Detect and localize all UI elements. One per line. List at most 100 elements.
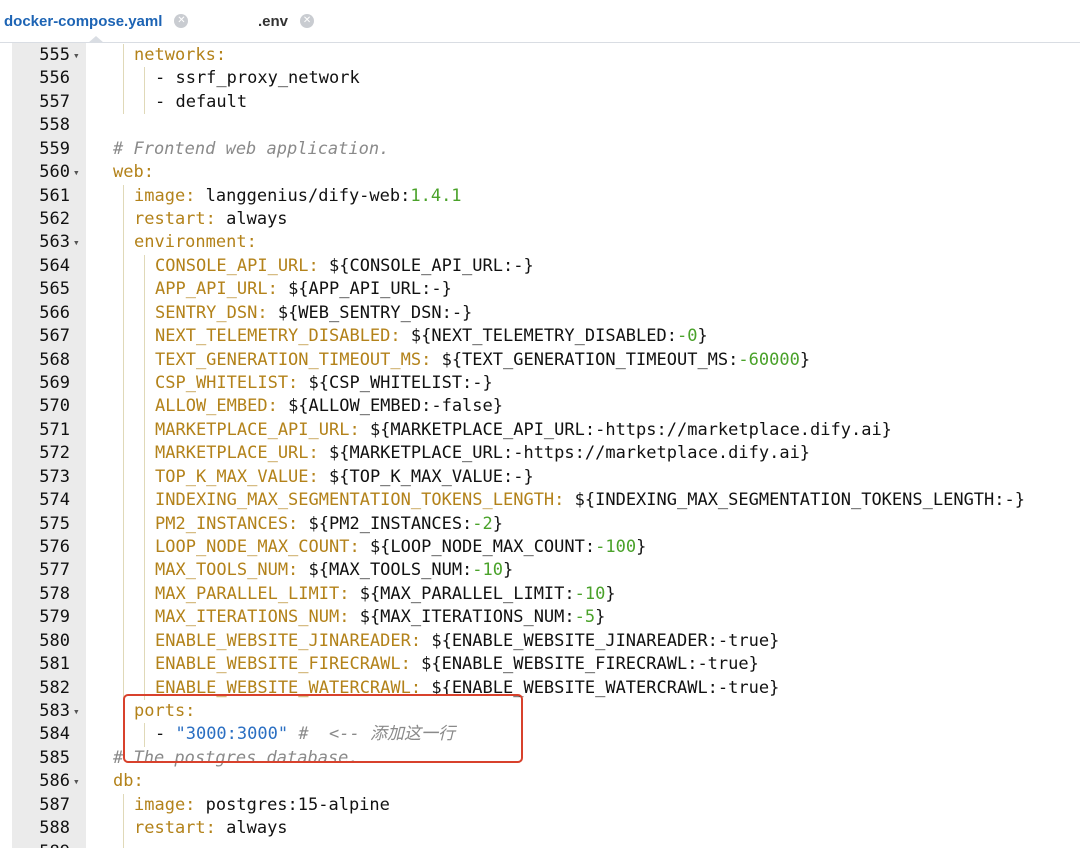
code-line[interactable]: 558 — [0, 114, 1080, 137]
code-line[interactable]: 569 CSP_WHITELIST: ${CSP_WHITELIST:-} — [0, 372, 1080, 396]
line-text: networks: — [134, 44, 226, 67]
code-token: ${NEXT_TELEMETRY_DISABLED: — [400, 326, 677, 347]
line-number: 567 — [39, 326, 70, 347]
tab-env[interactable]: .env ✕ — [258, 0, 315, 42]
indent-guide — [123, 582, 124, 607]
code-line[interactable]: 574 INDEXING_MAX_SEGMENTATION_TOKENS_LENG… — [0, 489, 1080, 513]
indent-guide — [123, 793, 124, 818]
code-token: ${ENABLE_WEBSITE_FIRECRAWL:-true} — [410, 654, 759, 675]
fold-arrow-icon[interactable]: ▾ — [73, 770, 80, 793]
code-line[interactable]: 563 ▾ environment: — [0, 231, 1080, 255]
code-token: - ssrf_proxy_network — [155, 68, 360, 89]
tab-docker-compose[interactable]: docker-compose.yaml ✕ — [4, 0, 189, 43]
line-number: 582 — [39, 677, 70, 698]
code-token: ${LOOP_NODE_MAX_COUNT: — [359, 537, 596, 558]
code-line[interactable]: 568 TEXT_GENERATION_TIMEOUT_MS: ${TEXT_GE… — [0, 348, 1080, 372]
code-line[interactable]: 573 TOP_K_MAX_VALUE: ${TOP_K_MAX_VALUE:-} — [0, 465, 1080, 490]
code-token: -5 — [574, 607, 596, 628]
fold-arrow-icon[interactable]: ▾ — [73, 700, 80, 723]
indent-guide — [144, 606, 145, 630]
close-icon[interactable]: ✕ — [174, 14, 189, 28]
code-line[interactable]: 561 image: langgenius/dify-web:1.4.1 — [0, 184, 1080, 208]
code-line[interactable]: 577 MAX_TOOLS_NUM: ${MAX_TOOLS_NUM:-10} — [0, 559, 1080, 583]
line-text: ENABLE_WEBSITE_FIRECRAWL: ${ENABLE_WEBSI… — [155, 653, 759, 676]
line-text: ALLOW_EMBED: ${ALLOW_EMBED:-false} — [155, 395, 503, 418]
code-token: } — [492, 513, 504, 534]
code-line[interactable]: 589 — [0, 840, 1080, 848]
line-number: 583 — [39, 701, 70, 722]
fold-arrow-icon[interactable]: ▾ — [73, 44, 80, 67]
code-line[interactable]: 557 - default — [0, 90, 1080, 115]
code-token: CONSOLE_API_URL: — [155, 255, 319, 276]
indent-guide — [123, 653, 124, 677]
close-icon[interactable]: ✕ — [300, 14, 315, 28]
code-editor[interactable]: 555 ▾ networks: 556- ssrf_proxy_network 557-… — [0, 43, 1080, 848]
line-number: 581 — [39, 654, 70, 675]
indent-guide — [144, 418, 145, 443]
code-line[interactable]: 562 restart: always — [0, 208, 1080, 232]
indent-guide — [123, 325, 124, 349]
indent-guide — [123, 465, 124, 490]
fold-arrow-icon[interactable]: ▾ — [73, 161, 80, 184]
fold-arrow-icon[interactable]: ▾ — [73, 231, 80, 254]
indent-guide — [144, 395, 145, 419]
code-token: ${MAX_TOOLS_NUM: — [298, 560, 473, 581]
indent-guide — [144, 512, 145, 537]
line-number: 575 — [39, 513, 70, 534]
code-token: SENTRY_DSN: — [155, 302, 268, 323]
line-text: environment: — [134, 231, 257, 254]
code-line[interactable]: 578 MAX_PARALLEL_LIMIT: ${MAX_PARALLEL_LI… — [0, 582, 1080, 607]
code-line[interactable]: 555 ▾ networks: — [0, 44, 1080, 68]
indent-guide — [123, 278, 124, 302]
code-token: - default — [155, 91, 248, 112]
code-line[interactable]: 567 NEXT_TELEMETRY_DISABLED: ${NEXT_TELEM… — [0, 325, 1080, 349]
code-token: -10 — [574, 583, 606, 604]
line-text: MAX_ITERATIONS_NUM: ${MAX_ITERATIONS_NUM… — [155, 606, 605, 629]
code-line[interactable]: 560 ▾ web: — [0, 161, 1080, 184]
code-line[interactable]: 579 MAX_ITERATIONS_NUM: ${MAX_ITERATIONS_… — [0, 606, 1080, 630]
code-token: -0 — [676, 326, 698, 347]
code-line[interactable]: 580 ENABLE_WEBSITE_JINAREADER: ${ENABLE_W… — [0, 629, 1080, 654]
code-line[interactable]: 586 ▾ db: — [0, 770, 1080, 793]
line-number: 560 — [39, 162, 70, 183]
code-line[interactable]: 588 restart: always — [0, 817, 1080, 841]
line-text: PM2_INSTANCES: ${PM2_INSTANCES:-2} — [155, 513, 503, 536]
code-token: } — [605, 583, 616, 604]
code-line[interactable]: 559 # Frontend web application. — [0, 138, 1080, 161]
line-number: 580 — [39, 630, 70, 651]
line-text: NEXT_TELEMETRY_DISABLED: ${NEXT_TELEMETR… — [155, 325, 708, 348]
code-token: restart: — [134, 209, 216, 229]
code-line[interactable]: 564 CONSOLE_API_URL: ${CONSOLE_API_URL:-} — [0, 254, 1080, 279]
line-number: 578 — [39, 583, 70, 604]
line-text: MARKETPLACE_URL: ${MARKETPLACE_URL:-http… — [155, 442, 810, 465]
line-text: CSP_WHITELIST: ${CSP_WHITELIST:-} — [155, 372, 493, 395]
indent-guide — [123, 90, 124, 115]
tab-bar: docker-compose.yaml ✕ .env ✕ — [0, 0, 1080, 43]
code-line[interactable]: 575 PM2_INSTANCES: ${PM2_INSTANCES:-2} — [0, 512, 1080, 537]
code-token: environment: — [134, 232, 257, 253]
code-line[interactable]: 587 image: postgres:15-alpine — [0, 793, 1080, 818]
line-text: - ssrf_proxy_network — [155, 67, 360, 90]
indent-guide — [123, 231, 124, 255]
code-line[interactable]: 572 MARKETPLACE_URL: ${MARKETPLACE_URL:-h… — [0, 442, 1080, 466]
code-token: -10 — [472, 560, 504, 581]
code-token: MAX_PARALLEL_LIMIT: — [155, 583, 350, 604]
line-number: 562 — [39, 209, 70, 229]
code-line[interactable]: 556 - ssrf_proxy_network — [0, 67, 1080, 91]
code-line[interactable]: 576 LOOP_NODE_MAX_COUNT: ${LOOP_NODE_MAX_… — [0, 536, 1080, 560]
indent-guide — [123, 559, 124, 583]
code-token: restart: — [134, 818, 216, 839]
code-line[interactable]: 566 SENTRY_DSN: ${WEB_SENTRY_DSN:-} — [0, 301, 1080, 326]
line-text: TOP_K_MAX_VALUE: ${TOP_K_MAX_VALUE:-} — [155, 466, 534, 489]
code-line[interactable]: 565 APP_API_URL: ${APP_API_URL:-} — [0, 278, 1080, 302]
code-token: } — [636, 537, 647, 558]
tab-label: .env — [258, 12, 289, 30]
code-token: PM2_INSTANCES: — [155, 513, 299, 534]
code-line[interactable]: 581 ENABLE_WEBSITE_FIRECRAWL: ${ENABLE_WE… — [0, 653, 1080, 677]
indent-guide — [123, 536, 124, 560]
line-text: INDEXING_MAX_SEGMENTATION_TOKENS_LENGTH:… — [155, 489, 1025, 512]
code-line[interactable]: 570 ALLOW_EMBED: ${ALLOW_EMBED:-false} — [0, 395, 1080, 419]
code-line[interactable]: 571 MARKETPLACE_API_URL: ${MARKETPLACE_AP… — [0, 418, 1080, 443]
line-number: 555 — [39, 45, 70, 65]
line-number: 574 — [39, 490, 70, 511]
